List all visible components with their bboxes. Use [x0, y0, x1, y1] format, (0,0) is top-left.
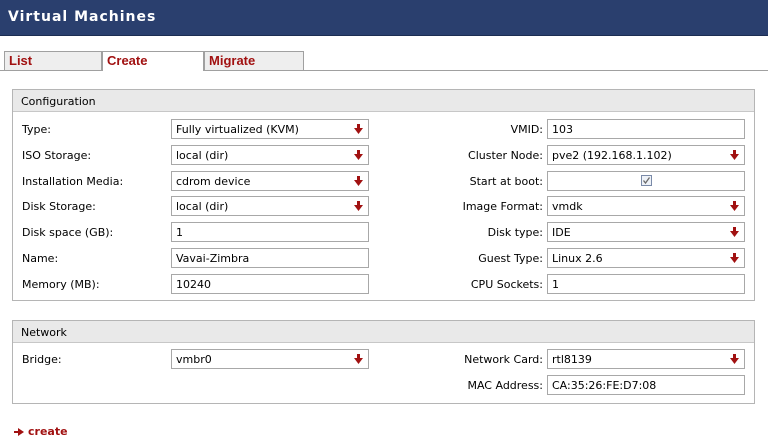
network-card-value: rtl8139: [552, 353, 592, 366]
tab-migrate[interactable]: Migrate: [204, 51, 304, 70]
cluster-node-value: pve2 (192.168.1.102): [552, 149, 672, 162]
cpu-sockets-input[interactable]: 1: [547, 274, 745, 294]
disk-space-input[interactable]: 1: [171, 222, 369, 242]
start-at-boot-label: Start at boot:: [469, 175, 543, 188]
tab-create[interactable]: Create: [102, 51, 204, 71]
type-value: Fully virtualized (KVM): [176, 123, 299, 136]
tab-list[interactable]: List: [4, 51, 102, 70]
dropdown-arrow-icon: [354, 176, 363, 186]
title-bar: Virtual Machines: [0, 0, 768, 36]
guest-type-value: Linux 2.6: [552, 252, 603, 265]
dropdown-arrow-icon: [354, 124, 363, 134]
installation-media-value: cdrom device: [176, 175, 251, 188]
tab-create-label: Create: [107, 53, 148, 68]
iso-storage-label: ISO Storage:: [22, 149, 92, 162]
cpu-sockets-value: 1: [552, 278, 559, 291]
name-input[interactable]: Vavai-Zimbra: [171, 248, 369, 268]
page-title: Virtual Machines: [8, 9, 157, 25]
dropdown-arrow-icon: [354, 354, 363, 364]
dropdown-arrow-icon: [730, 150, 739, 160]
arrow-right-icon: [14, 428, 24, 436]
memory-value: 10240: [176, 278, 211, 291]
dropdown-arrow-icon: [730, 201, 739, 211]
dropdown-arrow-icon: [730, 354, 739, 364]
guest-type-select[interactable]: Linux 2.6: [547, 248, 745, 268]
start-at-boot-checkbox[interactable]: [641, 175, 652, 186]
bridge-label: Bridge:: [22, 353, 62, 366]
dropdown-arrow-icon: [354, 201, 363, 211]
installation-media-label: Installation Media:: [22, 175, 124, 188]
checkmark-icon: [642, 177, 651, 185]
network-card-select[interactable]: rtl8139: [547, 349, 745, 369]
configuration-header: Configuration: [13, 90, 754, 112]
memory-label: Memory (MB):: [22, 278, 100, 291]
bridge-value: vmbr0: [176, 353, 212, 366]
name-label: Name:: [22, 252, 59, 265]
dropdown-arrow-icon: [730, 227, 739, 237]
disk-space-label: Disk space (GB):: [22, 226, 114, 239]
cluster-node-label: Cluster Node:: [468, 149, 543, 162]
type-select[interactable]: Fully virtualized (KVM): [171, 119, 369, 139]
start-at-boot-field: [547, 171, 745, 191]
vmid-input[interactable]: 103: [547, 119, 745, 139]
tab-list-label: List: [9, 53, 33, 68]
mac-address-label: MAC Address:: [467, 379, 543, 392]
cluster-node-select[interactable]: pve2 (192.168.1.102): [547, 145, 745, 165]
disk-space-value: 1: [176, 226, 183, 239]
name-value: Vavai-Zimbra: [176, 252, 250, 265]
vmid-label: VMID:: [510, 123, 543, 136]
type-label: Type:: [22, 123, 51, 136]
disk-storage-select[interactable]: local (dir): [171, 196, 369, 216]
network-card-label: Network Card:: [464, 353, 543, 366]
memory-input[interactable]: 10240: [171, 274, 369, 294]
create-link[interactable]: create: [14, 425, 68, 438]
disk-type-select[interactable]: IDE: [547, 222, 745, 242]
disk-type-value: IDE: [552, 226, 571, 239]
network-title: Network: [21, 326, 67, 339]
tab-migrate-label: Migrate: [209, 53, 256, 68]
disk-storage-value: local (dir): [176, 200, 229, 213]
mac-address-value: CA:35:26:FE:D7:08: [552, 379, 657, 392]
network-header: Network: [13, 321, 754, 343]
dropdown-arrow-icon: [730, 253, 739, 263]
dropdown-arrow-icon: [354, 150, 363, 160]
cpu-sockets-label: CPU Sockets:: [470, 278, 543, 291]
bridge-select[interactable]: vmbr0: [171, 349, 369, 369]
guest-type-label: Guest Type:: [478, 252, 543, 265]
disk-type-label: Disk type:: [487, 226, 543, 239]
vmid-value: 103: [552, 123, 573, 136]
iso-storage-value: local (dir): [176, 149, 229, 162]
installation-media-select[interactable]: cdrom device: [171, 171, 369, 191]
disk-storage-label: Disk Storage:: [22, 200, 96, 213]
create-label: create: [28, 425, 68, 438]
configuration-title: Configuration: [21, 95, 96, 108]
image-format-select[interactable]: vmdk: [547, 196, 745, 216]
image-format-label: Image Format:: [462, 200, 543, 213]
image-format-value: vmdk: [552, 200, 583, 213]
iso-storage-select[interactable]: local (dir): [171, 145, 369, 165]
mac-address-input[interactable]: CA:35:26:FE:D7:08: [547, 375, 745, 395]
